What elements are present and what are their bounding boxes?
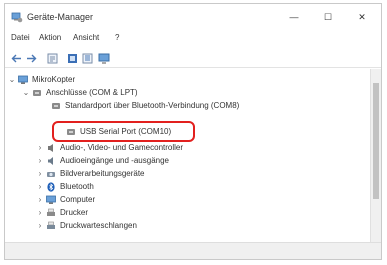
menu-file[interactable]: Datei [11,33,30,42]
properties-icon [47,53,57,63]
minimize-button[interactable]: — [277,4,311,30]
tree-category-audio-io[interactable]: › Audioeingänge und -ausgänge [5,155,371,167]
tree-category-ports[interactable]: ⌄ Anschlüsse (COM & LPT) [5,87,371,99]
scrollbar-thumb[interactable] [373,83,379,199]
maximize-button[interactable]: ☐ [311,4,345,30]
maximize-icon: ☐ [323,11,333,22]
status-bar [5,242,381,259]
update-driver-icon [67,53,77,63]
expand-chevron-icon[interactable]: › [36,155,44,167]
tree-device-bluetooth-port-label: Standardport über Bluetooth-Verbindung (… [65,101,240,110]
tree-device-usb-serial-port-label: USB Serial Port (COM10) [80,127,172,136]
properties-button[interactable] [45,51,59,65]
tree-root-row[interactable]: ⌄ MikroKopter [5,74,371,86]
forward-arrow-icon [26,54,36,62]
expand-chevron-icon[interactable]: › [36,168,44,180]
back-button[interactable] [9,51,23,65]
device-manager-icon [11,12,23,23]
close-button[interactable]: ✕ [345,4,379,30]
menu-help[interactable]: ? [115,33,119,42]
expand-chevron-icon[interactable]: › [36,207,44,219]
device-tree: ⌄ MikroKopter ⌄ Anschlüsse (COM & LPT) S… [5,69,371,243]
speaker-icon [48,157,53,165]
collapse-chevron-icon[interactable]: ⌄ [8,74,16,86]
tree-category-imaging-label: Bildverarbeitungsgeräte [60,169,145,178]
expand-chevron-icon[interactable]: › [36,220,44,232]
computer-icon [46,195,56,204]
tree-device-usb-serial-port[interactable]: USB Serial Port (COM10) [5,126,371,138]
tree-category-audio-video-game[interactable]: › Audio-, Video- und Gamecontroller [5,142,371,154]
back-arrow-icon [11,54,21,62]
update-driver-button[interactable] [65,51,79,65]
menu-bar: Datei Aktion Ansicht ? [5,31,381,45]
port-icon [33,90,41,96]
expand-chevron-icon[interactable]: › [36,181,44,193]
tree-root-label: MikroKopter [32,75,76,84]
computer-icon [18,75,28,84]
tree-category-computer-label: Computer [60,195,96,204]
tree-category-ports-label: Anschlüsse (COM & LPT) [46,88,138,97]
tree-category-imaging[interactable]: › Bildverarbeitungsgeräte [5,168,371,180]
camera-icon [47,172,55,177]
port-icon [52,103,60,109]
tree-category-print-queues-label: Druckwarteschlangen [60,221,137,230]
monitor-button[interactable] [97,51,111,65]
monitor-icon [98,53,110,63]
window-title: Geräte-Manager [27,12,94,22]
vertical-scrollbar[interactable] [370,69,381,243]
usb-port-icon [67,129,75,135]
toolbar [5,49,381,68]
help-icon [82,53,92,63]
expand-chevron-icon[interactable]: › [36,142,44,154]
tree-category-printers-label: Drucker [60,208,89,217]
tree-category-bluetooth[interactable]: › Bluetooth [5,181,371,193]
menu-view[interactable]: Ansicht [73,33,99,42]
expand-chevron-icon[interactable]: › [36,194,44,206]
forward-button[interactable] [24,51,38,65]
help-button[interactable] [80,51,94,65]
tree-category-computer[interactable]: › Computer [5,194,371,206]
device-manager-window: Geräte-Manager — ☐ ✕ Datei Aktion Ansich… [4,3,382,260]
tree-category-print-queues[interactable]: › Druckwarteschlangen [5,220,371,232]
audio-video-game-icon [48,144,53,152]
close-icon: ✕ [358,11,366,22]
collapse-chevron-icon[interactable]: ⌄ [22,87,30,99]
tree-category-printers[interactable]: › Drucker [5,207,371,219]
tree-category-bluetooth-label: Bluetooth [60,182,94,191]
tree-device-bluetooth-port[interactable]: Standardport über Bluetooth-Verbindung (… [5,100,371,112]
tree-category-audio-io-label: Audioeingänge und -ausgänge [60,156,169,165]
minimize-icon: — [289,12,299,22]
bluetooth-icon [47,182,55,192]
title-bar: Geräte-Manager — ☐ ✕ [5,4,381,30]
tree-category-audio-video-game-label: Audio-, Video- und Gamecontroller [60,143,184,152]
print-queue-icon [47,221,55,229]
menu-action[interactable]: Aktion [39,33,61,42]
printer-icon [47,208,55,216]
